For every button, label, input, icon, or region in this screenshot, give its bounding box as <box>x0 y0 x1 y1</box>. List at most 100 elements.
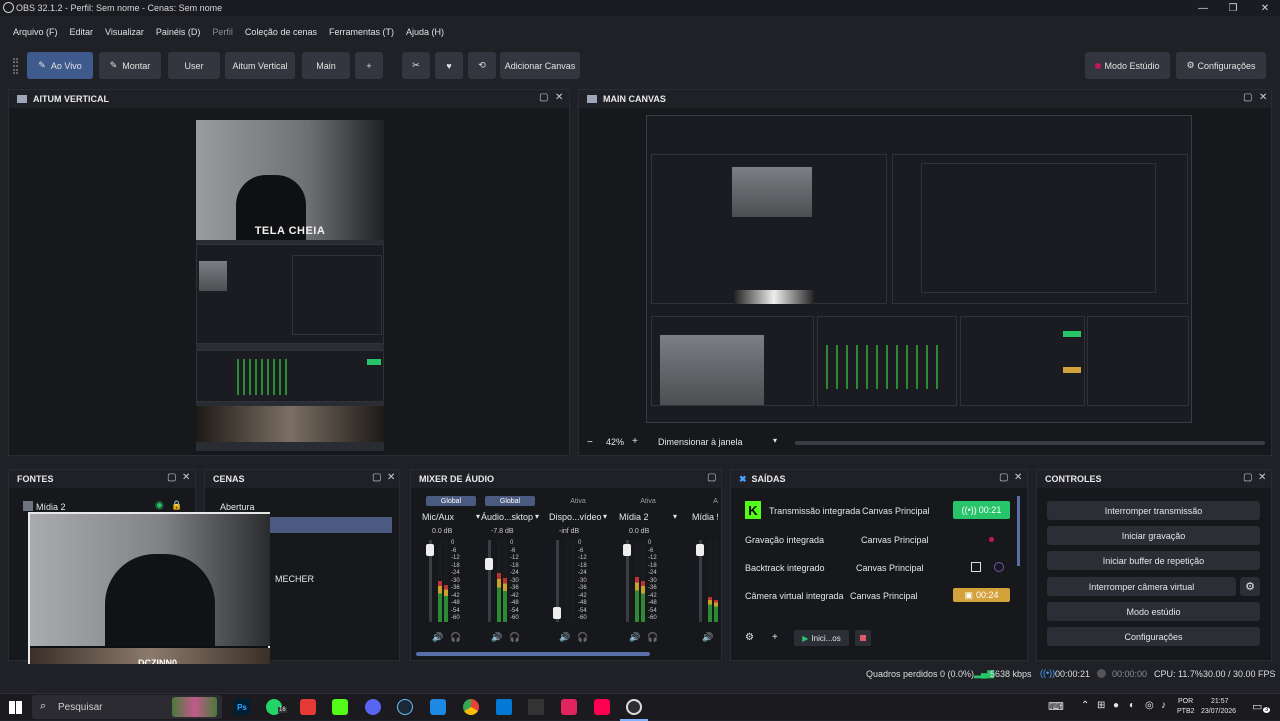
obs-taskbar-icon[interactable] <box>626 699 642 715</box>
fader-knob[interactable] <box>696 543 704 556</box>
settings-button[interactable]: Configurações <box>1047 627 1260 646</box>
fader-knob[interactable] <box>623 543 631 556</box>
app-icon-blue[interactable] <box>430 699 446 715</box>
gear-icon[interactable]: ⚙ <box>745 632 754 643</box>
refresh-icon[interactable]: ⟲ <box>468 52 496 79</box>
vcam-status-button[interactable]: ▣ 00:24 <box>953 588 1010 602</box>
aitum-vertical-button[interactable]: Aitum Vertical <box>225 52 295 79</box>
mute-icon[interactable]: 🔊 <box>491 632 502 643</box>
outputs-scrollbar[interactable] <box>1017 496 1020 566</box>
float-icon[interactable]: ▢ <box>539 92 548 103</box>
volume-icon[interactable]: ◐ <box>1129 700 1135 711</box>
heart-icon[interactable]: ♥ <box>435 52 463 79</box>
scale-mode-select[interactable]: Dimensionar à janela <box>658 437 743 447</box>
main-preview[interactable] <box>646 115 1192 423</box>
float-icon[interactable]: ▢ <box>707 472 716 483</box>
menu-arquivo[interactable]: Arquivo (F) <box>13 27 58 37</box>
adicionar-canvas-button[interactable]: Adicionar Canvas <box>500 52 580 79</box>
channel-name[interactable]: Mídia 2 <box>619 512 649 522</box>
menu-perfil[interactable]: Perfil <box>212 27 233 37</box>
keyboard-layout[interactable]: PTB2 <box>1177 708 1195 715</box>
drag-handle-icon[interactable] <box>13 58 18 74</box>
preview-scrollbar[interactable] <box>795 441 1265 445</box>
lock-icon[interactable]: 🔒 <box>171 500 182 511</box>
close-dock-icon[interactable]: ✕ <box>1014 472 1022 483</box>
discord-icon[interactable] <box>365 699 381 715</box>
start-all-button[interactable]: ▶ Inici...os <box>794 630 849 646</box>
mute-icon[interactable]: 🔊 <box>432 632 443 643</box>
stream-status-button[interactable]: ((•)) 00:21 <box>953 501 1010 519</box>
close-dock-icon[interactable]: ✕ <box>182 472 190 483</box>
tools-icon[interactable]: ✂ <box>402 52 430 79</box>
chevron-up-icon[interactable]: ⌃ <box>1081 700 1089 711</box>
montar-button[interactable]: ✎ Montar <box>99 52 161 79</box>
close-dock-icon[interactable]: ✕ <box>387 472 395 483</box>
explorer-icon[interactable] <box>496 699 512 715</box>
steam-icon[interactable] <box>397 699 413 715</box>
monitor-icon[interactable]: 🎧 <box>450 632 461 643</box>
channel-name[interactable]: Áudio...sktop <box>481 512 533 522</box>
photoshop-icon[interactable]: Ps <box>234 699 250 715</box>
tray-icon[interactable]: ◎ <box>1145 700 1154 711</box>
chevron-down-icon[interactable]: ▾ <box>773 436 777 445</box>
monitor-icon[interactable]: 🎧 <box>577 632 588 643</box>
minimize-button[interactable]: — <box>1188 0 1218 16</box>
mute-icon[interactable]: 🔊 <box>629 632 640 643</box>
float-icon[interactable]: ▢ <box>999 472 1008 483</box>
app-icon-pink[interactable] <box>561 699 577 715</box>
add-output-button[interactable]: + <box>772 632 778 643</box>
fader-knob[interactable] <box>485 557 493 570</box>
modo-estudio-button[interactable]: Modo Estúdio <box>1085 52 1170 79</box>
tiktok-icon[interactable] <box>594 699 610 715</box>
monitor-icon[interactable]: 🎧 <box>647 632 658 643</box>
app-icon-dark[interactable] <box>528 699 544 715</box>
scene-item-selected[interactable] <box>265 517 392 533</box>
main-button[interactable]: Main <box>302 52 350 79</box>
add-canvas-plus-button[interactable]: + <box>355 52 383 79</box>
taskbar-search[interactable]: ⌕ Pesquisar <box>32 695 222 719</box>
vertical-preview[interactable]: TELA CHEIA <box>196 120 384 451</box>
mute-icon[interactable]: 🔊 <box>559 632 570 643</box>
menu-editar[interactable]: Editar <box>70 27 94 37</box>
maximize-button[interactable]: ❐ <box>1218 0 1248 16</box>
close-dock-icon[interactable]: ✕ <box>1258 472 1266 483</box>
chevron-down-icon[interactable]: ▾ <box>673 512 677 521</box>
eye-icon[interactable]: ◉ <box>155 500 164 511</box>
kick-app-icon[interactable] <box>332 699 348 715</box>
clock-time[interactable]: 21:57 <box>1211 698 1229 705</box>
monitor-icon[interactable]: 🎧 <box>509 632 520 643</box>
start-recording-button[interactable]: Iniciar gravação <box>1047 526 1260 545</box>
menu-ajuda[interactable]: Ajuda (H) <box>406 27 444 37</box>
windows-start-icon[interactable] <box>9 701 22 714</box>
menu-ferramentas[interactable]: Ferramentas (T) <box>329 27 394 37</box>
close-dock-icon[interactable]: ✕ <box>1259 92 1267 103</box>
float-icon[interactable]: ▢ <box>1243 472 1252 483</box>
clock-date[interactable]: 23/07/2026 <box>1201 708 1236 715</box>
configuracoes-button[interactable]: ⚙ Configurações <box>1176 52 1266 79</box>
chrome-icon[interactable] <box>463 699 479 715</box>
vcam-settings-icon[interactable]: ⚙ <box>1240 577 1260 596</box>
scene-item-abertura[interactable]: Abertura <box>220 502 255 512</box>
fader-knob[interactable] <box>426 543 434 556</box>
stop-virtual-camera-button[interactable]: Interromper câmera virtual <box>1047 577 1236 596</box>
speaker-icon[interactable]: ♪ <box>1161 700 1166 711</box>
stop-all-button[interactable] <box>855 630 871 646</box>
float-icon[interactable]: ▢ <box>1243 92 1252 103</box>
channel-name[interactable]: Mídia 5 <box>692 512 718 522</box>
float-icon[interactable]: ▢ <box>372 472 381 483</box>
source-item[interactable]: Mídia 2 <box>36 502 66 512</box>
notification-icon[interactable]: ▭ <box>1252 700 1262 713</box>
chevron-down-icon[interactable]: ▾ <box>535 512 539 521</box>
channel-name[interactable]: Mic/Aux <box>422 512 454 522</box>
user-button[interactable]: User <box>168 52 220 79</box>
replay-icon[interactable] <box>994 562 1004 572</box>
studio-mode-button[interactable]: Modo estúdio <box>1047 602 1260 621</box>
channel-name[interactable]: Dispo...vídeo <box>549 512 602 522</box>
mute-icon[interactable]: 🔊 <box>702 632 713 643</box>
menu-paineis[interactable]: Painéis (D) <box>156 27 201 37</box>
fader-knob[interactable] <box>553 606 561 619</box>
network-icon[interactable]: ⊞ <box>1097 700 1105 711</box>
start-replay-buffer-button[interactable]: Iniciar buffer de repetição <box>1047 551 1260 570</box>
input-language[interactable]: POR <box>1178 698 1193 705</box>
chevron-down-icon[interactable]: ▾ <box>603 512 607 521</box>
